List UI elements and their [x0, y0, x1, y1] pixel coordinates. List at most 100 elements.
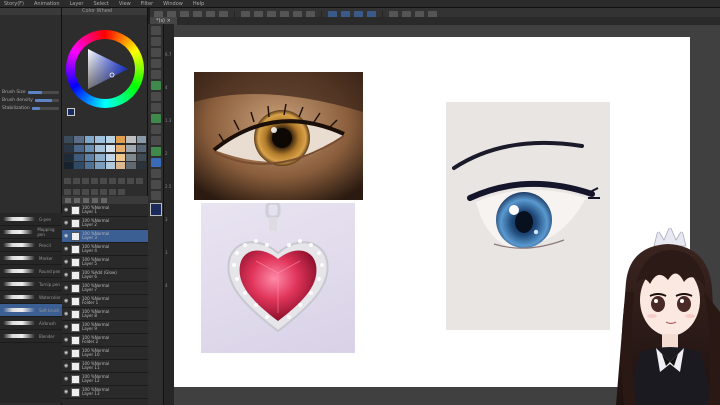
panel-tab-icon[interactable]	[118, 178, 125, 184]
sub-tool-item[interactable]: Watercolor	[0, 291, 62, 304]
eye-icon[interactable]: ◉	[64, 389, 69, 395]
tool-icon[interactable]	[151, 81, 161, 90]
tool-icon[interactable]	[151, 136, 161, 145]
eye-icon[interactable]: ◉	[64, 220, 69, 226]
brush-setting-slider[interactable]	[27, 90, 59, 94]
eye-icon[interactable]: ◉	[64, 246, 69, 252]
panel-tab-icon[interactable]	[100, 178, 107, 184]
tool-icon[interactable]	[151, 147, 161, 156]
palette-swatch[interactable]	[64, 162, 74, 170]
panel-tab-icon[interactable]	[73, 189, 80, 195]
layer-row[interactable]: ◉ 100 %Normal Layer 1	[62, 204, 148, 217]
menu-select[interactable]: Select	[93, 1, 108, 7]
layer-row[interactable]: ◉ 100 %Normal Layer 12	[62, 373, 148, 386]
sub-tool-item[interactable]: Mapping pen	[0, 226, 62, 239]
tool-icon[interactable]	[151, 191, 161, 200]
palette-swatch[interactable]	[105, 162, 115, 170]
menu-view[interactable]: View	[119, 1, 131, 7]
eye-icon[interactable]: ◉	[64, 259, 69, 265]
panel-tab-icon[interactable]	[118, 189, 125, 195]
main-color-swatch[interactable]	[67, 108, 75, 116]
panel-tab-icon[interactable]	[82, 178, 89, 184]
palette-swatch[interactable]	[84, 162, 95, 170]
palette-swatch[interactable]	[84, 144, 95, 152]
eye-icon[interactable]: ◉	[64, 207, 69, 213]
brush-setting-slider[interactable]	[31, 106, 59, 110]
tool-icon[interactable]	[151, 180, 161, 189]
tool-icon[interactable]	[151, 48, 161, 57]
palette-swatch[interactable]	[136, 162, 146, 170]
menu-story[interactable]: Story(F)	[4, 1, 24, 7]
layer-row[interactable]: ◉ 100 %Normal Layer 13	[62, 386, 148, 399]
sub-tool-item[interactable]: Blender	[0, 330, 62, 343]
palette-swatch[interactable]	[74, 136, 84, 143]
eye-icon[interactable]: ◉	[64, 298, 69, 304]
eye-icon[interactable]: ◉	[64, 272, 69, 278]
menu-filter[interactable]: Filter	[141, 1, 153, 7]
palette-swatch[interactable]	[126, 153, 136, 161]
panel-tab-icon[interactable]	[91, 189, 98, 195]
palette-swatch[interactable]	[84, 136, 95, 143]
palette-swatch[interactable]	[115, 136, 126, 143]
layer-row[interactable]: ◉ 100 %Normal Layer 11	[62, 360, 148, 373]
palette-swatch[interactable]	[105, 144, 115, 152]
palette-swatch[interactable]	[136, 136, 146, 143]
palette-swatch[interactable]	[115, 162, 126, 170]
palette-swatch[interactable]	[64, 144, 74, 152]
panel-tab-icon[interactable]	[100, 189, 107, 195]
tool-icon[interactable]	[151, 103, 161, 112]
menu-window[interactable]: Window	[163, 1, 183, 7]
palette-swatch[interactable]	[74, 162, 84, 170]
panel-tab-icon[interactable]	[64, 178, 71, 184]
layer-row[interactable]: ◉ 100 %Normal Folder 1	[62, 295, 148, 308]
palette-swatch[interactable]	[95, 153, 105, 161]
tool-icon[interactable]	[151, 37, 161, 46]
layer-row[interactable]: ◉ 100 %Add (Glow) Layer 6	[62, 269, 148, 282]
palette-swatch[interactable]	[95, 144, 105, 152]
layer-row[interactable]: ◉ 100 %Normal Layer 5	[62, 256, 148, 269]
brush-setting-slider[interactable]	[34, 98, 59, 102]
sub-tool-item[interactable]: Pencil	[0, 239, 62, 252]
sub-tool-item[interactable]: Marker	[0, 252, 62, 265]
panel-tab-icon[interactable]	[109, 178, 116, 184]
sub-tool-item[interactable]: Round pen	[0, 265, 62, 278]
layer-row[interactable]: ◉ 100 %Normal Layer 9	[62, 321, 148, 334]
tool-icon[interactable]	[151, 114, 161, 123]
palette-swatch[interactable]	[136, 144, 146, 152]
layer-row[interactable]: ◉ 100 %Normal Layer 3	[62, 230, 148, 243]
layer-row[interactable]: ◉ 100 %Normal Layer 4	[62, 243, 148, 256]
foreground-color-swatch[interactable]	[150, 203, 162, 216]
palette-swatch[interactable]	[95, 136, 105, 143]
layer-row[interactable]: ◉ 100 %Normal Folder 2	[62, 334, 148, 347]
eye-icon[interactable]: ◉	[64, 337, 69, 343]
eye-icon[interactable]: ◉	[64, 311, 69, 317]
layer-row[interactable]: ◉ 100 %Normal Layer 8	[62, 308, 148, 321]
menu-layer[interactable]: Layer	[70, 1, 84, 7]
palette-swatch[interactable]	[115, 144, 126, 152]
palette-swatch[interactable]	[74, 144, 84, 152]
menu-help[interactable]: Help	[193, 1, 204, 7]
eye-icon[interactable]: ◉	[64, 285, 69, 291]
panel-tab-icon[interactable]	[136, 178, 143, 184]
layer-row[interactable]: ◉ 100 %Normal Layer 10	[62, 347, 148, 360]
tool-icon[interactable]	[151, 125, 161, 134]
saturation-triangle[interactable]	[82, 47, 130, 91]
new-folder-icon[interactable]	[74, 197, 80, 203]
panel-tab-icon[interactable]	[91, 178, 98, 184]
panel-tab-icon[interactable]	[64, 189, 71, 195]
palette-swatch[interactable]	[126, 162, 136, 170]
tool-icon[interactable]	[151, 59, 161, 68]
palette-swatch[interactable]	[136, 153, 146, 161]
sub-tool-item[interactable]: Turnip pen	[0, 278, 62, 291]
tool-icon[interactable]	[151, 92, 161, 101]
palette-swatch[interactable]	[115, 153, 126, 161]
sub-tool-item[interactable]: G-pen	[0, 213, 62, 226]
eye-icon[interactable]: ◉	[64, 233, 69, 239]
tool-icon[interactable]	[151, 70, 161, 79]
new-layer-icon[interactable]	[65, 197, 71, 203]
panel-tab-icon[interactable]	[82, 189, 89, 195]
palette-swatch[interactable]	[84, 153, 95, 161]
eye-icon[interactable]: ◉	[64, 376, 69, 382]
palette-swatch[interactable]	[64, 153, 74, 161]
layer-row[interactable]: ◉ 100 %Normal Layer 2	[62, 217, 148, 230]
